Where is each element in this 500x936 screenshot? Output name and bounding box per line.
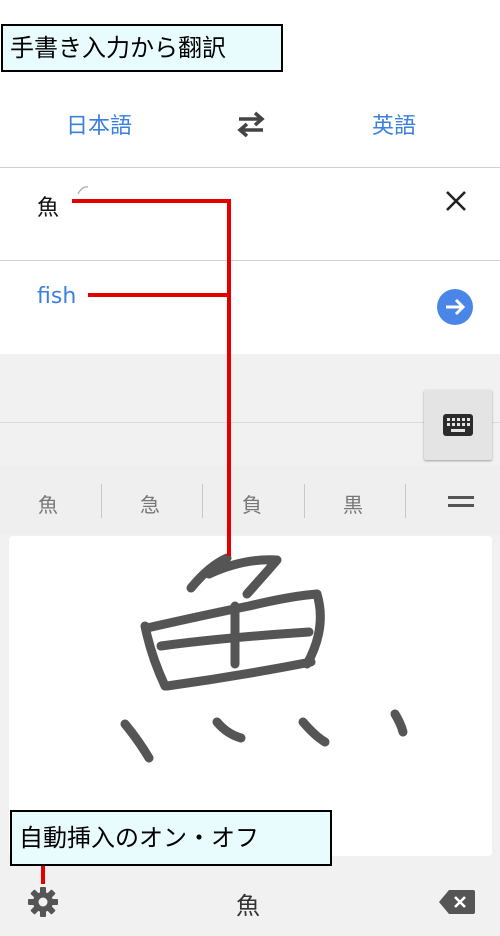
candidate-item[interactable]: 急: [140, 489, 160, 518]
handwritten-fish-strokes: [120, 553, 408, 763]
callout-handwriting-translate: 手書き入力から翻訳: [1, 24, 283, 72]
keyboard-icon: [443, 414, 473, 436]
pen-stroke-mark: [77, 186, 89, 195]
callout-bottom-label: 自動挿入のオン・オフ: [19, 824, 259, 852]
committed-character: 魚: [236, 892, 260, 920]
backspace-icon[interactable]: [438, 889, 476, 915]
source-text-input[interactable]: 魚: [37, 190, 59, 222]
handwriting-canvas[interactable]: [9, 536, 492, 856]
divider: [0, 167, 500, 168]
arrow-right-circle-icon[interactable]: [437, 289, 473, 325]
callout-top-label: 手書き入力から翻訳: [10, 34, 226, 62]
candidate-separator: [405, 484, 406, 518]
candidate-separator: [101, 484, 102, 518]
candidate-separator: [202, 484, 203, 518]
close-icon[interactable]: [444, 189, 468, 213]
source-language-button[interactable]: 日本語: [66, 108, 132, 140]
candidate-item[interactable]: 負: [242, 489, 262, 518]
callout-auto-insert-toggle: 自動挿入のオン・オフ: [10, 810, 332, 866]
swap-arrows-icon[interactable]: [235, 110, 267, 138]
gear-icon[interactable]: [27, 886, 59, 918]
candidate-separator: [304, 484, 305, 518]
divider: [0, 260, 500, 261]
menu-icon[interactable]: [448, 496, 474, 508]
keyboard-toggle-button[interactable]: [424, 390, 492, 460]
candidate-item[interactable]: 魚: [38, 489, 58, 518]
translation-text[interactable]: fish: [37, 284, 76, 309]
target-language-button[interactable]: 英語: [372, 108, 416, 140]
candidate-item[interactable]: 黒: [343, 489, 363, 518]
